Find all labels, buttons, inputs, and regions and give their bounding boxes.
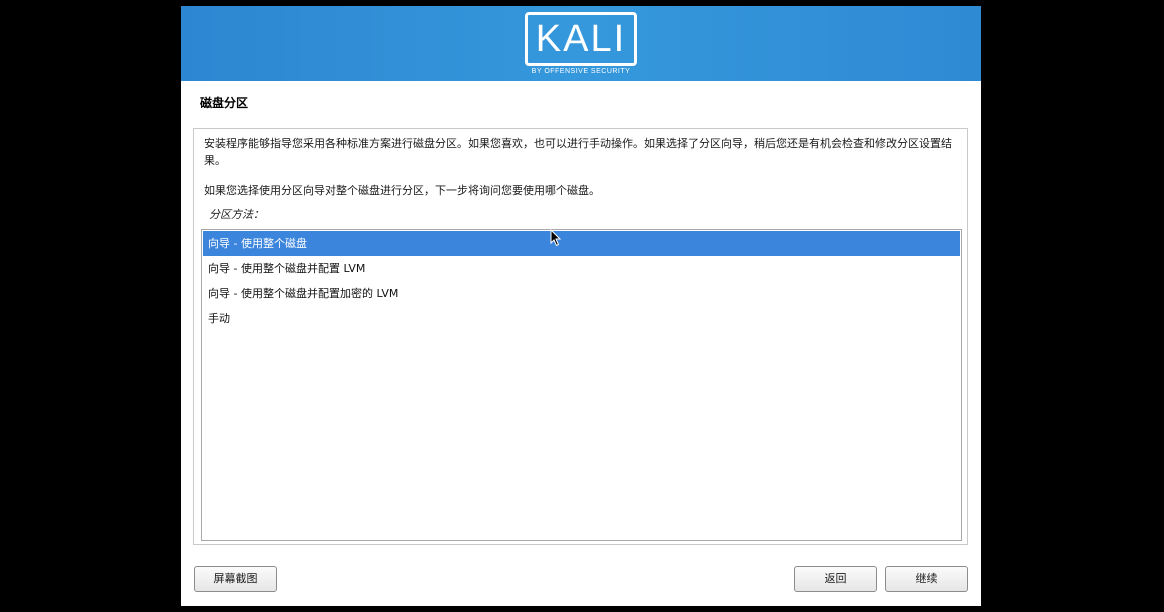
page-title: 磁盘分区 xyxy=(200,96,249,110)
option-manual[interactable]: 手动 xyxy=(203,306,960,331)
mouse-pointer-icon xyxy=(550,229,562,247)
continue-button[interactable]: 继续 xyxy=(885,566,968,592)
description-text: 安装程序能够指导您采用各种标准方案进行磁盘分区。如果您喜欢，也可以进行手动操作。… xyxy=(204,137,952,167)
kali-logo: KALI xyxy=(525,12,637,66)
partition-method-label: 分区方法： xyxy=(209,208,264,221)
back-button[interactable]: 返回 xyxy=(794,566,877,592)
kali-banner: KALI BY OFFENSIVE SECURITY xyxy=(181,6,981,81)
partition-method-list[interactable]: 向导 - 使用整个磁盘 向导 - 使用整个磁盘并配置 LVM 向导 - 使用整个… xyxy=(201,229,962,541)
option-guided-entire-disk[interactable]: 向导 - 使用整个磁盘 xyxy=(203,231,960,256)
logo-tagline: BY OFFENSIVE SECURITY xyxy=(531,68,631,75)
description-hint: 如果您选择使用分区向导对整个磁盘进行分区，下一步将询问您要使用哪个磁盘。 xyxy=(204,184,600,197)
option-guided-lvm[interactable]: 向导 - 使用整个磁盘并配置 LVM xyxy=(203,256,960,281)
content-frame: 安装程序能够指导您采用各种标准方案进行磁盘分区。如果您喜欢，也可以进行手动操作。… xyxy=(193,128,968,545)
screenshot-button[interactable]: 屏幕截图 xyxy=(194,566,277,592)
option-guided-encrypted-lvm[interactable]: 向导 - 使用整个磁盘并配置加密的 LVM xyxy=(203,281,960,306)
installer-window: KALI BY OFFENSIVE SECURITY 磁盘分区 安装程序能够指导… xyxy=(181,6,981,606)
